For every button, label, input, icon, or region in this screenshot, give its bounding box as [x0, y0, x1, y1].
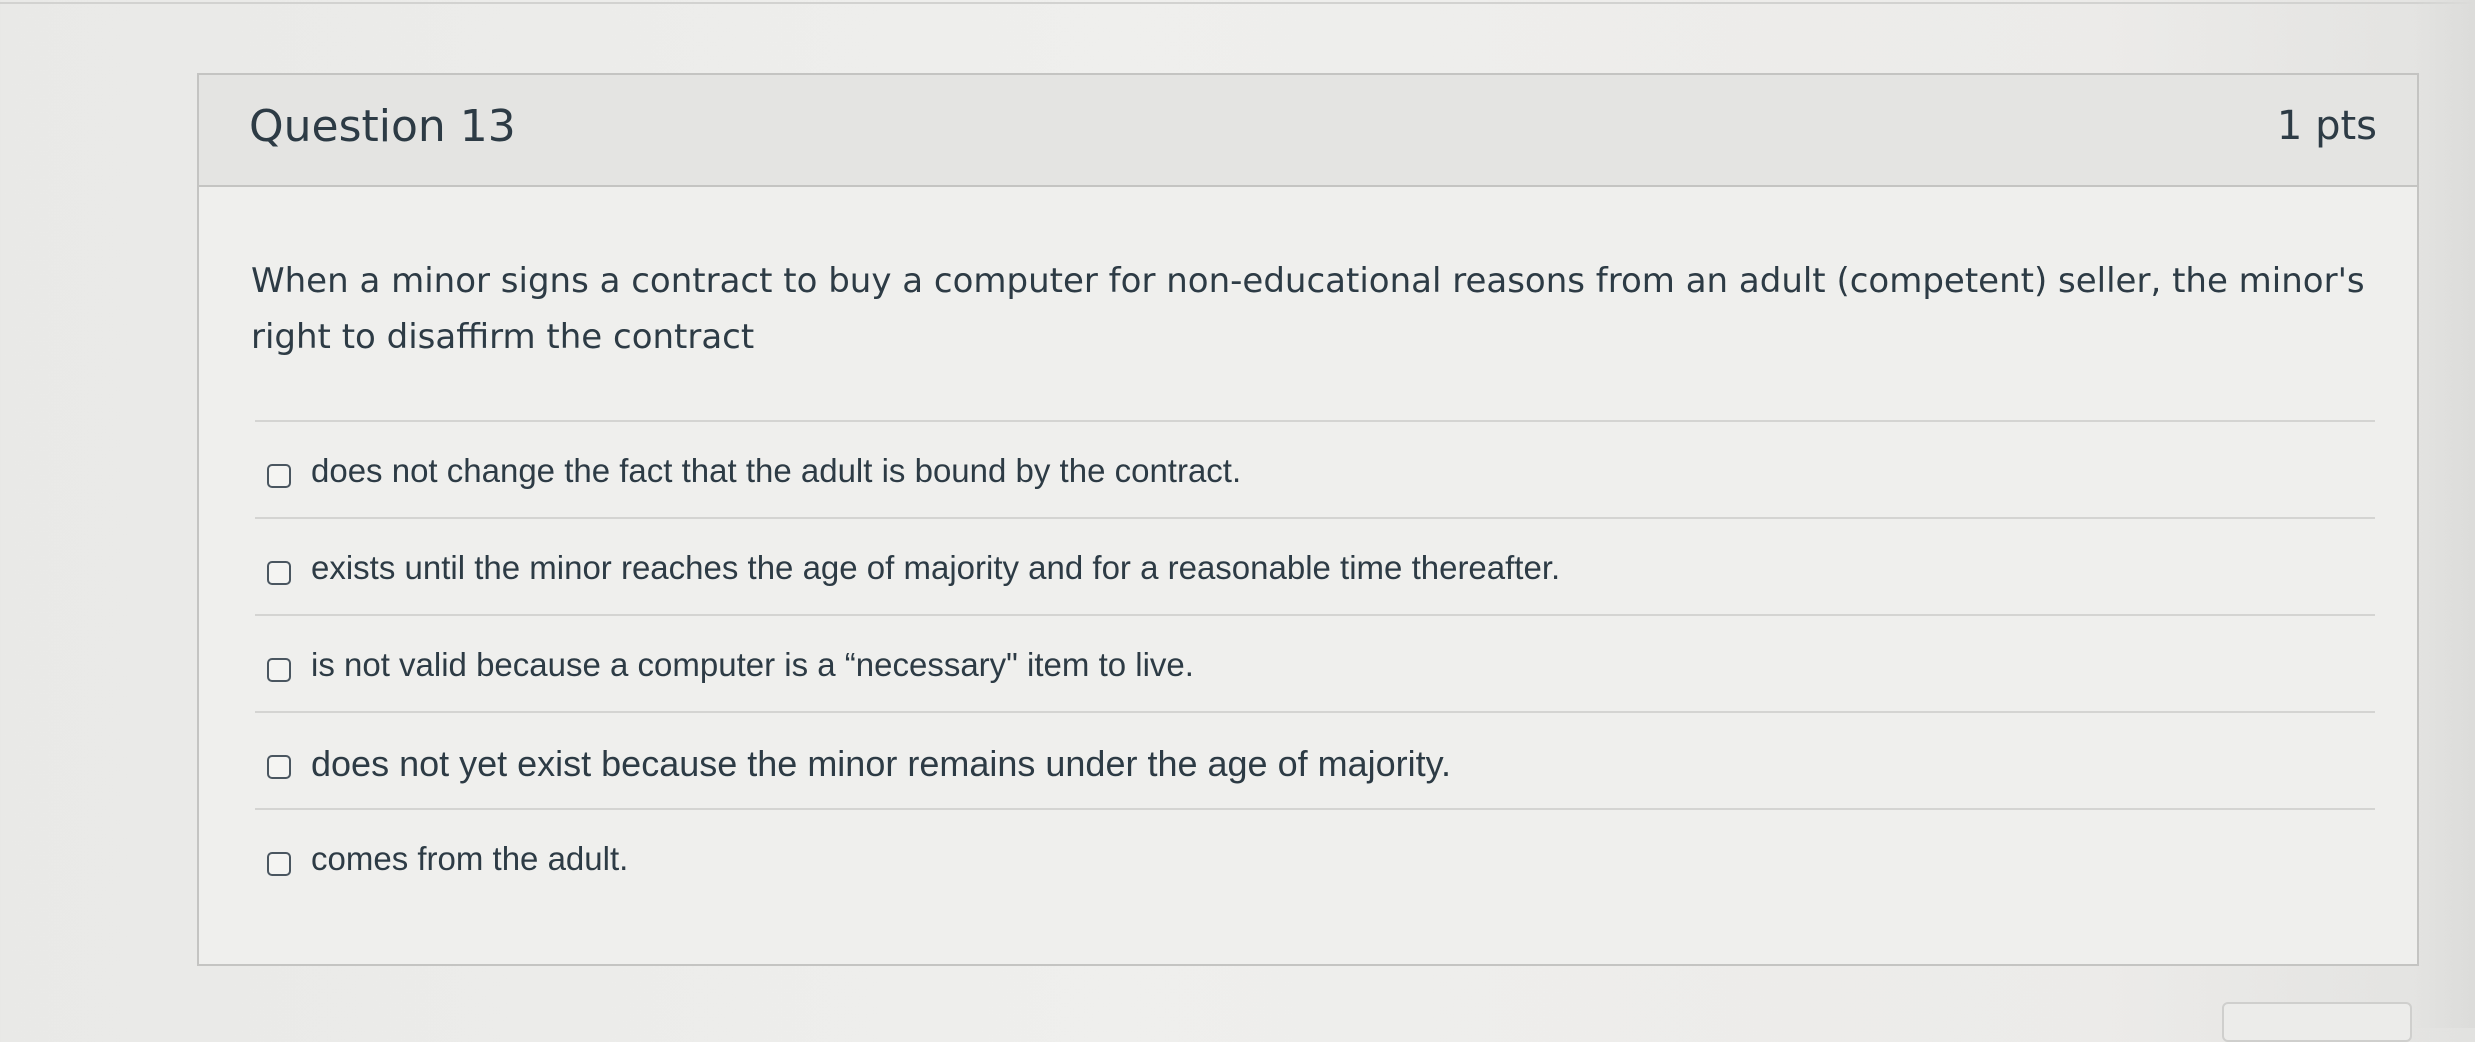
checkbox-icon[interactable] — [267, 561, 291, 585]
checkbox-icon[interactable] — [267, 464, 291, 488]
question-card: Question 13 1 pts When a minor signs a c… — [197, 73, 2419, 966]
answer-option-2[interactable]: exists until the minor reaches the age o… — [255, 517, 2375, 614]
checkbox-icon[interactable] — [267, 852, 291, 876]
question-title: Question 13 — [249, 101, 516, 152]
answer-option-3[interactable]: is not valid because a computer is a “ne… — [255, 614, 2375, 711]
question-header: Question 13 1 pts — [199, 75, 2417, 187]
answer-label[interactable]: is not valid because a computer is a “ne… — [311, 646, 1194, 684]
answer-label[interactable]: comes from the adult. — [311, 840, 628, 878]
question-text: When a minor signs a contract to buy a c… — [251, 261, 2365, 357]
answer-list: does not change the fact that the adult … — [255, 420, 2375, 905]
answer-label[interactable]: does not yet exist because the minor rem… — [311, 743, 1451, 785]
answer-option-1[interactable]: does not change the fact that the adult … — [255, 420, 2375, 517]
answer-label[interactable]: exists until the minor reaches the age o… — [311, 549, 1560, 587]
answer-label[interactable]: does not change the fact that the adult … — [311, 452, 1241, 490]
question-points: 1 pts — [2276, 103, 2377, 149]
checkbox-icon[interactable] — [267, 755, 291, 779]
page-edge-shade — [2415, 0, 2475, 1028]
checkbox-icon[interactable] — [267, 658, 291, 682]
answer-option-5[interactable]: comes from the adult. — [255, 808, 2375, 905]
answer-option-4[interactable]: does not yet exist because the minor rem… — [255, 711, 2375, 808]
corner-button[interactable] — [2222, 1002, 2412, 1042]
top-divider — [0, 2, 2475, 4]
